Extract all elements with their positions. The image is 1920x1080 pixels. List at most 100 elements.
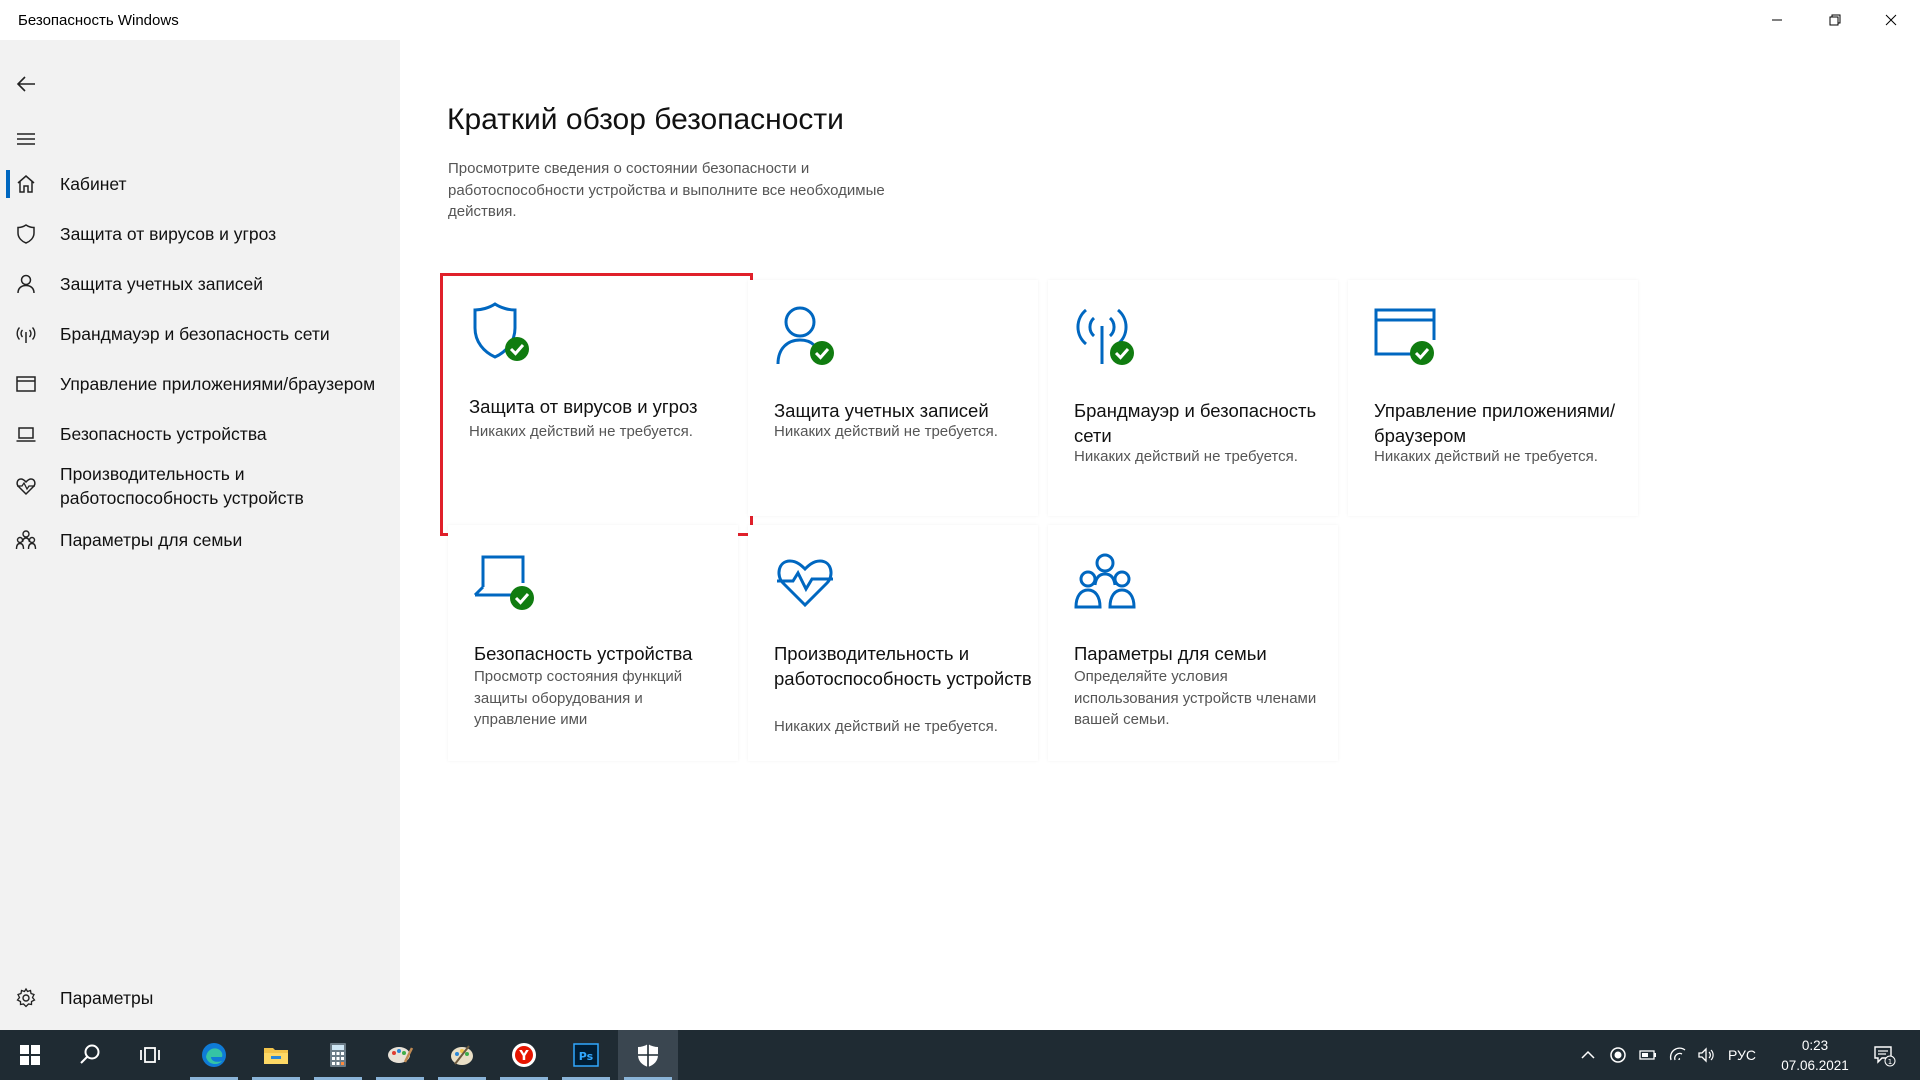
tray-network[interactable] — [1666, 1030, 1690, 1080]
sidebar-item-label: Брандмауэр и безопасность сети — [60, 324, 330, 344]
card-title: Защита учетных записей — [774, 400, 989, 421]
photoshop-icon: Ps — [573, 1043, 599, 1067]
search-button[interactable] — [60, 1030, 120, 1080]
home-icon — [14, 172, 38, 196]
gear-icon — [14, 986, 38, 1010]
card-device-performance[interactable]: Производительность и работоспособность у… — [748, 525, 1038, 761]
sidebar-item-firewall[interactable]: Брандмауэр и безопасность сети — [0, 314, 400, 354]
edge-icon — [202, 1043, 226, 1067]
card-app-browser[interactable]: Управление приложениями/браузером Никаки… — [1348, 280, 1638, 516]
yandex-browser-icon: Y — [512, 1043, 536, 1067]
taskbar-paint-palette[interactable] — [432, 1030, 492, 1080]
sidebar-item-label: Кабинет — [60, 174, 127, 194]
record-icon — [1610, 1047, 1626, 1063]
close-button[interactable] — [1862, 0, 1920, 40]
start-button[interactable] — [0, 1030, 60, 1080]
card-title: Производительность и работоспособность у… — [774, 643, 1032, 689]
sidebar-item-home[interactable]: Кабинет — [0, 164, 400, 204]
wifi-antenna-icon — [14, 322, 38, 346]
card-title: Параметры для семьи — [1074, 643, 1267, 664]
clock-date: 07.06.2021 — [1781, 1058, 1849, 1073]
svg-text:1: 1 — [1888, 1058, 1892, 1066]
show-hidden-icons-button[interactable] — [1576, 1030, 1600, 1080]
shield-check-icon — [468, 300, 532, 364]
action-center-button[interactable]: 1 — [1866, 1030, 1902, 1080]
card-description: Просмотр состояния функций защиты оборуд… — [474, 668, 683, 728]
wifi-icon — [1669, 1047, 1686, 1061]
taskbar-calculator[interactable] — [308, 1030, 368, 1080]
heart-pulse-icon — [14, 474, 38, 498]
paint-palette-icon — [451, 1045, 473, 1065]
restore-button[interactable] — [1806, 0, 1864, 40]
sidebar-item-family[interactable]: Параметры для семьи — [0, 520, 400, 560]
menu-button[interactable] — [6, 119, 46, 159]
card-virus-protection[interactable]: Защита от вирусов и угроз Никаких действ… — [440, 273, 753, 536]
sidebar-item-settings[interactable]: Параметры — [0, 978, 400, 1018]
sidebar-item-virus-protection[interactable]: Защита от вирусов и угроз — [0, 214, 400, 254]
taskbar-edge[interactable] — [184, 1030, 244, 1080]
card-device-security[interactable]: Безопасность устройства Просмотр состоян… — [448, 525, 738, 761]
page-description: Просмотрите сведения о состоянии безопас… — [448, 160, 885, 220]
window-check-icon — [1373, 304, 1437, 368]
svg-text:Ps: Ps — [579, 1050, 594, 1063]
card-firewall[interactable]: Брандмауэр и безопасность сети Никаких д… — [1048, 280, 1338, 516]
page-title: Краткий обзор безопасности — [447, 103, 844, 136]
clock-time: 0:23 — [1801, 1038, 1829, 1053]
taskbar: Y Ps РУС 0:23 07.06.2021 1 — [0, 1030, 1920, 1080]
taskbar-windows-security[interactable] — [618, 1030, 678, 1080]
taskbar-paint[interactable] — [370, 1030, 430, 1080]
tray-battery[interactable] — [1636, 1030, 1660, 1080]
card-description: Никаких действий не требуется. — [469, 423, 693, 440]
taskbar-clock[interactable]: 0:23 07.06.2021 — [1770, 1036, 1860, 1076]
sidebar-item-label: Безопасность устройства — [60, 424, 267, 444]
notification-icon: 1 — [1874, 1046, 1896, 1067]
sidebar-item-label: Производительность и работоспособность у… — [60, 464, 304, 508]
card-title: Управление приложениями/браузером — [1374, 400, 1616, 446]
minimize-button[interactable] — [1748, 0, 1806, 40]
sidebar-item-account-protection[interactable]: Защита учетных записей — [0, 264, 400, 304]
search-icon — [80, 1044, 100, 1064]
sidebar-item-label: Управление приложениями/браузером — [60, 374, 376, 394]
app-window-icon — [14, 372, 38, 396]
sidebar-item-app-browser[interactable]: Управление приложениями/браузером — [0, 364, 400, 404]
card-title: Брандмауэр и безопасность сети — [1074, 400, 1317, 446]
calculator-icon — [330, 1043, 346, 1067]
speaker-icon — [1698, 1047, 1714, 1063]
card-family[interactable]: Параметры для семьи Определяйте условия … — [1048, 525, 1338, 761]
family-icon — [1073, 549, 1137, 613]
card-account-protection[interactable]: Защита учетных записей Никаких действий … — [748, 280, 1038, 516]
card-description: Никаких действий не требуется. — [774, 423, 998, 440]
card-description: Определяйте условия использования устрой… — [1074, 668, 1317, 728]
input-language-indicator[interactable]: РУС — [1728, 1047, 1756, 1063]
taskbar-photoshop[interactable]: Ps — [556, 1030, 616, 1080]
windows-security-icon — [638, 1044, 658, 1067]
sidebar: Кабинет Защита от вирусов и угроз Защита… — [0, 40, 400, 1030]
back-arrow-icon — [16, 76, 35, 92]
taskbar-file-explorer[interactable] — [246, 1030, 306, 1080]
family-icon — [14, 528, 38, 552]
taskbar-yandex[interactable]: Y — [494, 1030, 554, 1080]
start-icon — [20, 1045, 40, 1065]
laptop-icon — [14, 422, 38, 446]
sidebar-item-device-performance[interactable]: Производительность и работоспособность у… — [0, 458, 400, 516]
sidebar-item-label: Параметры для семьи — [60, 530, 243, 550]
title-bar: Безопасность Windows — [0, 0, 1920, 40]
antenna-check-icon — [1073, 304, 1137, 368]
task-view-button[interactable] — [120, 1030, 180, 1080]
active-indicator — [6, 170, 10, 198]
close-icon — [1885, 14, 1897, 26]
paint-icon — [388, 1047, 414, 1063]
svg-text:Y: Y — [518, 1049, 529, 1064]
minimize-icon — [1772, 19, 1782, 21]
sidebar-item-label: Защита учетных записей — [60, 274, 264, 294]
hamburger-icon — [17, 133, 35, 145]
sidebar-item-label: Параметры — [60, 988, 154, 1008]
card-description: Никаких действий не требуется. — [774, 718, 998, 735]
back-button[interactable] — [6, 64, 46, 104]
card-title: Безопасность устройства — [474, 643, 693, 664]
tray-volume[interactable] — [1694, 1030, 1718, 1080]
tray-record[interactable] — [1606, 1030, 1630, 1080]
sidebar-item-device-security[interactable]: Безопасность устройства — [0, 414, 400, 454]
heart-pulse-icon — [773, 549, 837, 613]
card-title: Защита от вирусов и угроз — [469, 396, 698, 417]
